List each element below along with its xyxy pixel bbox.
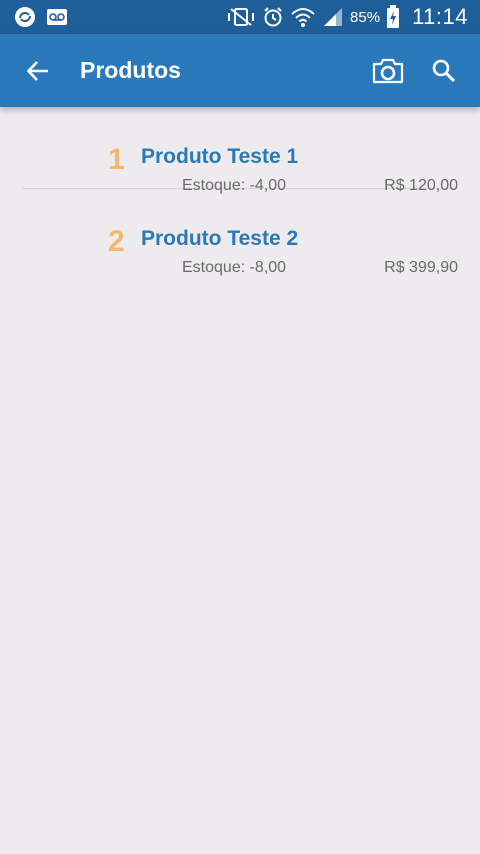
status-clock: 11:14 xyxy=(412,4,468,29)
back-button[interactable] xyxy=(12,45,64,97)
item-index: 1 xyxy=(108,143,125,176)
search-icon xyxy=(432,59,456,82)
vibrate-mute-icon xyxy=(226,7,256,27)
search-button[interactable] xyxy=(416,43,472,99)
voicemail-icon xyxy=(46,8,68,26)
item-price: R$ 399,90 xyxy=(384,259,458,276)
camera-icon xyxy=(372,58,404,83)
battery-charging-icon xyxy=(386,5,400,29)
item-index: 2 xyxy=(108,225,125,258)
alarm-icon xyxy=(262,6,284,28)
page-title: Produtos xyxy=(80,57,181,83)
camera-button[interactable] xyxy=(360,43,416,99)
signal-icon xyxy=(322,7,344,27)
item-name: Produto Teste 1 xyxy=(141,145,299,168)
list-item[interactable]: 1 Produto Teste 1 Estoque: -4,00 R$ 120,… xyxy=(22,107,458,194)
item-stock: Estoque: -8,00 xyxy=(182,259,287,276)
wifi-icon xyxy=(290,6,316,28)
status-bar: 85% 11:14 xyxy=(0,0,480,34)
list-item[interactable]: 2 Produto Teste 2 Estoque: -8,00 R$ 399,… xyxy=(22,189,458,276)
app-bar: Produtos xyxy=(0,34,480,107)
product-list: 1 Produto Teste 1 Estoque: -4,00 R$ 120,… xyxy=(0,107,480,276)
sync-app-icon xyxy=(14,6,36,28)
battery-percentage: 85% xyxy=(350,8,381,26)
item-name: Produto Teste 2 xyxy=(141,227,299,250)
arrow-back-icon xyxy=(26,60,48,81)
